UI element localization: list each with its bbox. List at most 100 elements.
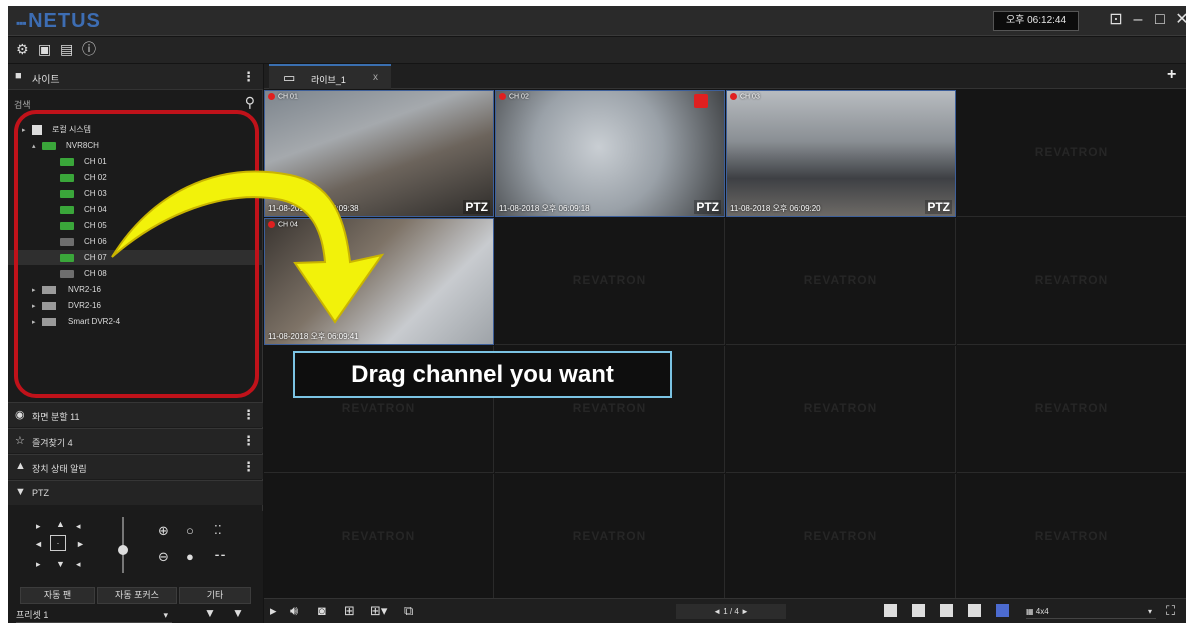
zoom-in-icon[interactable]: ⊕ xyxy=(158,523,169,539)
empty-video-slot[interactable]: REVATRON xyxy=(957,90,1186,217)
other-button[interactable]: 기타 xyxy=(179,587,251,604)
calendar-icon[interactable]: ▣ xyxy=(38,41,51,57)
preset-select[interactable]: 프리셋 1 ▾ xyxy=(16,607,172,623)
auto-pan-button[interactable]: 자동 팬 xyxy=(20,587,95,604)
video-tile[interactable]: CH 02 11-08-2018 오후 06:09:18 PTZ xyxy=(495,90,725,217)
tree-group[interactable]: ▴ NVR8CH xyxy=(32,138,99,153)
camera-capture-icon[interactable]: ◙ xyxy=(318,603,326,619)
empty-video-slot[interactable]: REVATRON xyxy=(957,218,1186,345)
channel-item[interactable]: CH 04 xyxy=(60,202,107,217)
empty-video-slot[interactable]: REVATRON xyxy=(957,346,1186,473)
sidebar-toggle-icon[interactable]: ▸ xyxy=(270,603,277,619)
add-tab-icon[interactable]: + xyxy=(1167,66,1176,84)
focus-near-icon[interactable]: ⁚⁚ xyxy=(214,523,222,537)
search-row[interactable]: 검색 ⚲ xyxy=(8,94,263,114)
empty-video-slot[interactable]: REVATRON xyxy=(726,346,956,473)
ptz-camera-icon: ▼ xyxy=(15,486,26,498)
layout-2x2-icon[interactable] xyxy=(912,604,925,617)
restore-icon[interactable]: ⊡ xyxy=(1108,9,1124,31)
minimize-icon[interactable]: – xyxy=(1130,9,1146,31)
focus-far-icon[interactable]: ⁃⁃ xyxy=(214,549,226,563)
fullscreen-icon[interactable]: ⛶ xyxy=(1166,603,1175,619)
layout-1x1-icon[interactable] xyxy=(884,604,897,617)
gear-icon[interactable]: ⚙ xyxy=(16,41,29,57)
tab-live-1[interactable]: ▭ 라이브_1 x xyxy=(269,64,391,89)
layout-panel-header[interactable]: ◉ 화면 분할 11 ⋮ xyxy=(8,402,263,427)
channel-item[interactable]: CH 02 xyxy=(60,170,107,185)
camera-icon xyxy=(60,157,74,166)
list-icon[interactable]: ▤ xyxy=(60,41,73,57)
camera-icon xyxy=(60,205,74,214)
monitor-icon: ▭ xyxy=(283,70,296,85)
ptz-panel-header[interactable]: ▼ PTZ xyxy=(8,480,263,505)
layout-4x3-icon[interactable] xyxy=(968,604,981,617)
watermark-label: REVATRON xyxy=(572,273,647,287)
watermark-label: REVATRON xyxy=(572,401,647,415)
panel-menu-icon[interactable]: ⋮ xyxy=(242,433,255,449)
preset-go-icon[interactable]: ▼ xyxy=(204,606,216,620)
watermark-label: REVATRON xyxy=(803,401,878,415)
layout-menu-icon[interactable]: ⊞▾ xyxy=(370,603,387,619)
app-logo: ▪▪▪ NETUS xyxy=(16,10,101,32)
tab-close-icon[interactable]: x xyxy=(373,72,378,83)
video-tile[interactable]: CH 01 11-08-2018 오후 06:09:38 PTZ xyxy=(264,90,494,217)
search-icon[interactable]: ⚲ xyxy=(245,94,255,111)
video-tile[interactable]: CH 03 11-08-2018 오후 06:09:20 PTZ xyxy=(726,90,956,217)
layout-add-icon[interactable]: ⊞ xyxy=(344,603,355,619)
panel-label: 화면 분할 11 xyxy=(32,412,80,422)
layout-select[interactable]: ▦ 4x4 ▾ xyxy=(1026,604,1156,619)
camera-icon xyxy=(60,221,74,230)
empty-video-slot[interactable]: REVATRON xyxy=(957,474,1186,601)
channel-item[interactable]: CH 08 xyxy=(60,266,107,281)
channel-item-selected[interactable]: CH 07 xyxy=(8,250,263,265)
empty-video-slot[interactable]: REVATRON xyxy=(726,474,956,601)
channel-item[interactable]: CH 01 xyxy=(60,154,107,169)
sidebar: ■ 사이트 ⋮ 검색 ⚲ ▸ 로컬 시스템 ▴ NVR8CH CH 01 CH 02… xyxy=(8,64,263,623)
record-indicator xyxy=(499,93,506,100)
panel-menu-icon[interactable]: ⋮ xyxy=(242,459,255,475)
zoom-out-icon[interactable]: ⊖ xyxy=(158,549,169,565)
camera-icon xyxy=(60,237,74,246)
info-icon[interactable]: ⓘ xyxy=(82,41,96,57)
ptz-badge[interactable]: PTZ xyxy=(463,200,490,214)
layout-3x3-icon[interactable] xyxy=(940,604,953,617)
layout-4x4-icon[interactable] xyxy=(996,604,1009,617)
device-item[interactable]: ▸ Smart DVR2-4 xyxy=(32,314,120,329)
empty-video-slot[interactable]: REVATRON xyxy=(264,474,494,601)
watermark-label: REVATRON xyxy=(572,529,647,543)
iris-icon[interactable]: ○ xyxy=(186,523,194,538)
channel-item[interactable]: CH 05 xyxy=(60,218,107,233)
auto-focus-button[interactable]: 자동 포커스 xyxy=(97,587,177,604)
panel-menu-icon[interactable]: ⋮ xyxy=(242,407,255,423)
eye-icon: ◉ xyxy=(15,409,25,421)
channel-item[interactable]: CH 03 xyxy=(60,186,107,201)
record-indicator xyxy=(268,93,275,100)
channel-item[interactable]: CH 06 xyxy=(60,234,107,249)
favorites-panel-header[interactable]: ☆ 즐겨찾기 4 ⋮ xyxy=(8,428,263,453)
empty-video-slot[interactable]: REVATRON xyxy=(495,474,725,601)
star-icon: ☆ xyxy=(15,435,25,447)
device-item[interactable]: ▸ DVR2-16 xyxy=(32,298,101,313)
device-item[interactable]: ▸ NVR2-16 xyxy=(32,282,101,297)
preset-save-icon[interactable]: ▼ xyxy=(232,606,244,620)
bottom-toolbar: ▸ 🔊︎ ◙ ⊞ ⊞▾ ⧉ ◄ 1 / 4 ► ▦ 4x4 ▾ ⛶ xyxy=(264,598,1186,623)
site-panel-header[interactable]: ■ 사이트 ⋮ xyxy=(8,64,263,90)
instruction-callout: Drag channel you want xyxy=(293,351,672,398)
ptz-speed-slider[interactable] xyxy=(118,517,128,573)
alerts-panel-header[interactable]: ▲ 장치 상태 알림 ⋮ xyxy=(8,454,263,479)
empty-video-slot[interactable]: REVATRON xyxy=(495,218,725,345)
video-tile[interactable]: CH 04 11-08-2018 오후 06:09:41 xyxy=(264,218,494,345)
title-bar: ▪▪▪ NETUS 오후 06:12:44 ⊡ – □ ✕ xyxy=(8,6,1186,36)
empty-video-slot[interactable]: REVATRON xyxy=(726,218,956,345)
ptz-badge[interactable]: PTZ xyxy=(925,200,952,214)
site-menu-icon[interactable]: ⋮ xyxy=(242,69,255,85)
speaker-icon[interactable]: 🔊︎ xyxy=(290,603,298,619)
page-navigator[interactable]: ◄ 1 / 4 ► xyxy=(676,604,786,619)
close-icon[interactable]: ✕ xyxy=(1174,9,1186,31)
ptz-direction-pad[interactable]: ▸ ▲ ◂ ◄ · ► ▸ ▼ ◂ xyxy=(30,519,90,571)
tree-root[interactable]: ▸ 로컬 시스템 xyxy=(22,122,91,137)
export-icon[interactable]: ⧉ xyxy=(404,603,413,619)
ptz-badge[interactable]: PTZ xyxy=(694,200,721,214)
iris-close-icon[interactable]: ● xyxy=(186,549,194,564)
maximize-icon[interactable]: □ xyxy=(1152,9,1168,31)
